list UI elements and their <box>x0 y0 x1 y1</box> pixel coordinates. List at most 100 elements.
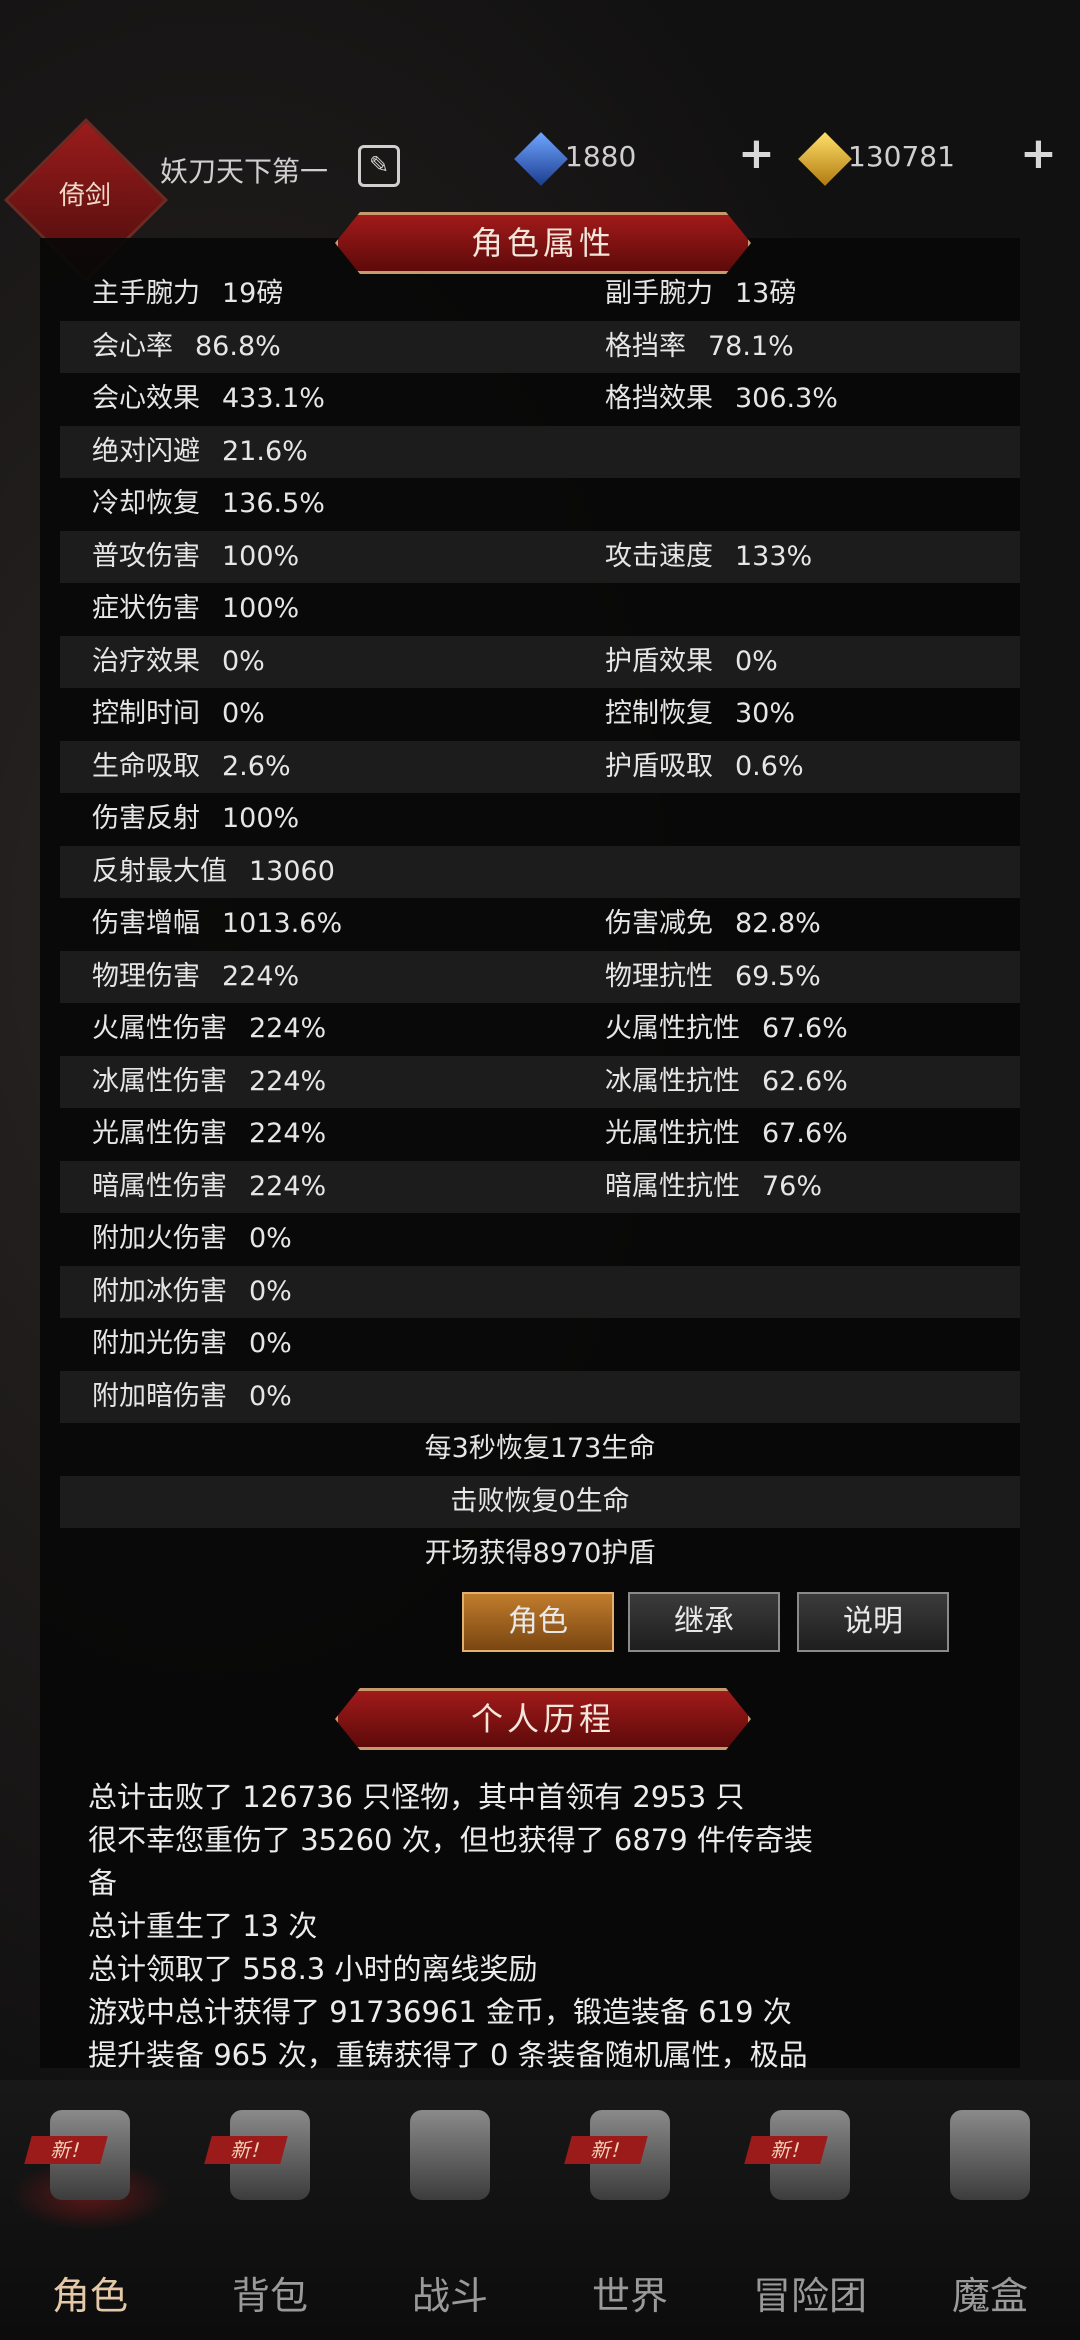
nav-label: 背包 <box>231 2274 308 2318</box>
regen-row: 每3秒恢复173生命 <box>60 1423 1020 1475</box>
attribute-left: 生命吸取 2.6% <box>92 741 291 793</box>
attribute-right: 护盾效果 0% <box>605 636 778 688</box>
attribute-row: 物理伤害 224% 物理抗性 69.5% <box>60 950 1020 1003</box>
new-badge: 新! <box>744 2136 828 2164</box>
attribute-label: 伤害反射 <box>92 803 200 834</box>
history-line: 游戏中总计获得了 91736961 金币，锻造装备 619 次 <box>88 1995 792 2029</box>
attribute-left: 附加火伤害 0% <box>92 1213 292 1265</box>
regen-text: 击败恢复0生命 <box>450 1485 630 1517</box>
attribute-label: 控制时间 <box>92 698 200 729</box>
attribute-value: 30% <box>735 698 796 729</box>
attribute-right: 冰属性抗性 62.6% <box>605 1056 848 1108</box>
new-badge: 新! <box>564 2136 648 2164</box>
attribute-value: 0% <box>222 698 265 729</box>
attribute-left: 冰属性伤害 224% <box>92 1056 326 1108</box>
attribute-label: 主手腕力 <box>92 278 200 309</box>
panel-title: 角色属性 <box>335 212 751 274</box>
attribute-label: 冰属性伤害 <box>92 1065 227 1097</box>
attribute-value: 1013.6% <box>222 908 343 939</box>
attribute-label: 伤害减免 <box>605 908 713 939</box>
edit-icon[interactable]: ✎ <box>358 145 400 187</box>
attribute-right: 格挡率 78.1% <box>605 321 794 373</box>
attribute-value: 0% <box>249 1223 292 1254</box>
attribute-row: 伤害增幅 1013.6% 伤害减免 82.8% <box>60 898 1020 950</box>
attribute-label: 症状伤害 <box>92 593 200 624</box>
attribute-right: 物理抗性 69.5% <box>605 951 821 1003</box>
attribute-value: 2.6% <box>222 750 291 782</box>
attribute-row: 普攻伤害 100% 攻击速度 133% <box>60 530 1020 583</box>
attribute-value: 19磅 <box>222 278 284 309</box>
attribute-value: 82.8% <box>735 908 821 939</box>
regen-row: 开场获得8970护盾 <box>60 1528 1020 1580</box>
attribute-label: 火属性伤害 <box>92 1013 227 1044</box>
attribute-left: 火属性伤害 224% <box>92 1003 326 1055</box>
attribute-left: 伤害反射 100% <box>92 793 299 845</box>
attribute-row: 附加冰伤害 0% <box>60 1265 1020 1318</box>
nav-item-backpack[interactable]: 新! 背包 <box>180 2100 360 2340</box>
tab-inherit[interactable]: 继承 <box>628 1592 780 1652</box>
attribute-value: 78.1% <box>708 330 794 362</box>
nav-item-magic-box[interactable]: 魔盒 <box>900 2100 1080 2340</box>
attribute-left: 反射最大值 13060 <box>92 846 335 898</box>
history-title: 个人历程 <box>335 1688 751 1750</box>
attribute-value: 67.6% <box>762 1013 848 1044</box>
nav-item-adventure-team[interactable]: 新! 冒险团 <box>720 2100 900 2340</box>
regen-text: 开场获得8970护盾 <box>424 1538 656 1569</box>
history-line: 总计击败了 126736 只怪物，其中首领有 2953 只 <box>88 1780 745 1814</box>
nav-item-battle[interactable]: 战斗 <box>360 2100 540 2340</box>
attribute-label: 控制恢复 <box>605 698 713 729</box>
attribute-left: 物理伤害 224% <box>92 951 299 1003</box>
add-blue-gem-button[interactable]: + <box>738 128 775 179</box>
attribute-value: 224% <box>249 1118 327 1149</box>
history-line: 总计领取了 558.3 小时的离线奖励 <box>88 1952 538 1986</box>
attribute-label: 暗属性伤害 <box>92 1170 227 1202</box>
attribute-left: 主手腕力 19磅 <box>92 268 283 320</box>
nav-label: 战斗 <box>411 2274 488 2318</box>
attribute-label: 附加冰伤害 <box>92 1275 227 1307</box>
attribute-label: 绝对闪避 <box>92 435 200 467</box>
attribute-value: 13磅 <box>735 278 797 309</box>
attribute-row: 冷却恢复 136.5% <box>60 478 1020 530</box>
attribute-row: 症状伤害 100% <box>60 583 1020 635</box>
attribute-row: 附加火伤害 0% <box>60 1213 1020 1265</box>
history-line: 备 <box>88 1866 118 1900</box>
attribute-row: 冰属性伤害 224% 冰属性抗性 62.6% <box>60 1055 1020 1108</box>
attribute-left: 附加冰伤害 0% <box>92 1266 292 1318</box>
attribute-label: 附加光伤害 <box>92 1328 227 1359</box>
attribute-label: 治疗效果 <box>92 645 200 677</box>
attribute-label: 普攻伤害 <box>92 540 200 572</box>
nav-item-world[interactable]: 新! 世界 <box>540 2100 720 2340</box>
tab-character[interactable]: 角色 <box>462 1592 614 1652</box>
attribute-value: 62.6% <box>762 1065 848 1097</box>
attribute-value: 13060 <box>249 855 335 887</box>
attribute-label: 冰属性抗性 <box>605 1065 740 1097</box>
emblem-text: 倚剑 <box>58 181 111 211</box>
attribute-label: 伤害增幅 <box>92 908 200 939</box>
attribute-right: 攻击速度 133% <box>605 531 812 583</box>
attribute-right: 护盾吸取 0.6% <box>605 741 804 793</box>
attribute-value: 224% <box>249 1065 327 1097</box>
attribute-value: 224% <box>222 960 300 992</box>
attribute-left: 症状伤害 100% <box>92 583 299 635</box>
add-gold-gem-button[interactable]: + <box>1020 128 1057 179</box>
attribute-value: 0% <box>735 645 778 677</box>
attribute-value: 133% <box>735 540 813 572</box>
attribute-row: 绝对闪避 21.6% <box>60 425 1020 478</box>
attribute-left: 附加暗伤害 0% <box>92 1371 292 1423</box>
nav-item-character[interactable]: 新! 角色 <box>0 2100 180 2340</box>
attribute-value: 136.5% <box>222 488 325 519</box>
attribute-label: 护盾吸取 <box>605 750 713 782</box>
attribute-row: 会心效果 433.1% 格挡效果 306.3% <box>60 373 1020 425</box>
nav-label: 魔盒 <box>951 2274 1028 2318</box>
player-name: 妖刀天下第一 <box>160 155 329 188</box>
tab-explain[interactable]: 说明 <box>797 1592 949 1652</box>
attribute-row: 生命吸取 2.6% 护盾吸取 0.6% <box>60 740 1020 793</box>
attribute-label: 会心率 <box>92 330 173 362</box>
attribute-left: 附加光伤害 0% <box>92 1318 292 1370</box>
attribute-label: 反射最大值 <box>92 855 227 887</box>
attribute-value: 100% <box>222 540 300 572</box>
attribute-label: 光属性伤害 <box>92 1118 227 1149</box>
nav-label: 冒险团 <box>752 2274 867 2318</box>
history-line: 总计重生了 13 次 <box>88 1909 318 1943</box>
attribute-left: 光属性伤害 224% <box>92 1108 326 1160</box>
